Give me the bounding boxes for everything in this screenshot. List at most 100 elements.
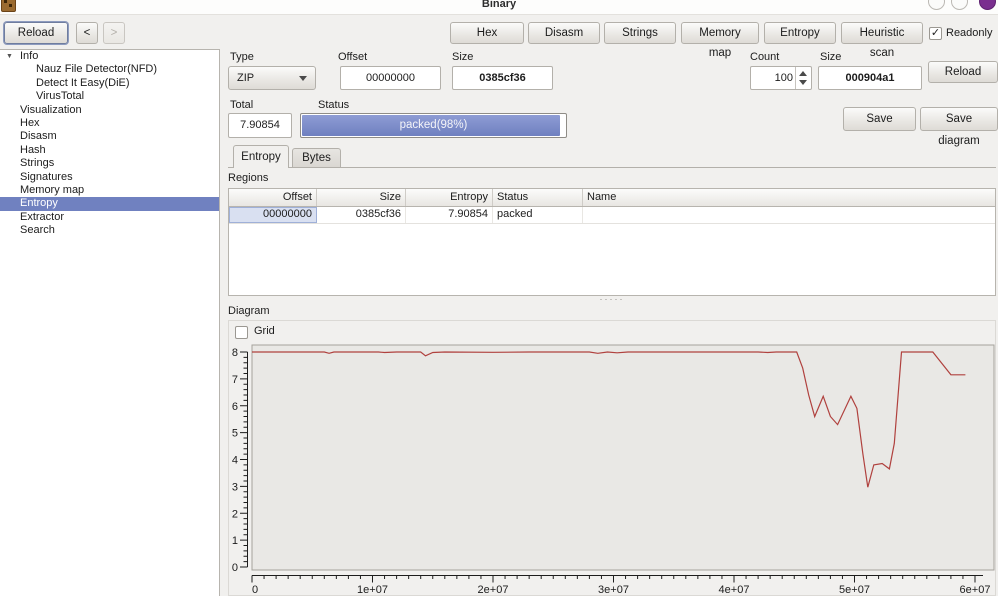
save-diagram-button[interactable]: Save diagram	[920, 107, 998, 147]
spin-up-icon[interactable]	[799, 71, 807, 76]
horizontal-splitter[interactable]: ·····	[228, 295, 996, 304]
status-progressbar: packed(98%)	[300, 113, 567, 138]
grid-label: Grid	[254, 325, 275, 337]
sidebar-item-label: Nauz File Detector(NFD)	[36, 63, 158, 76]
back-button[interactable]: <	[76, 22, 98, 44]
type-select[interactable]: ZIP	[228, 66, 316, 90]
total-label: Total	[230, 99, 254, 111]
sidebar-item-hex[interactable]: Hex	[0, 117, 219, 130]
expand-arrow-icon[interactable]: ▼	[6, 50, 13, 63]
readonly-checkbox[interactable]: ✓	[929, 27, 942, 40]
sidebar-item-info[interactable]: ▼ Info	[0, 50, 219, 63]
sidebar-item-label: Disasm	[20, 130, 57, 143]
save-button[interactable]: Save	[843, 107, 916, 131]
column-header-entropy[interactable]: Entropy	[406, 189, 493, 206]
strings-button[interactable]: Strings	[604, 22, 676, 44]
size-label: Size	[452, 51, 474, 63]
disasm-button[interactable]: Disasm	[528, 22, 600, 44]
hex-button[interactable]: Hex	[450, 22, 524, 44]
status-label: Status	[318, 99, 350, 111]
type-select-value: ZIP	[237, 72, 255, 84]
svg-text:7: 7	[232, 374, 238, 386]
svg-text:1e+07: 1e+07	[357, 584, 388, 596]
offset-label: Offset	[338, 51, 368, 63]
window-title: Binary	[481, 0, 517, 10]
sidebar-item-entropy[interactable]: Entropy	[0, 197, 219, 211]
regions-table: Offset Size Entropy Status Name 00000000 0385…	[228, 188, 996, 296]
sidebar-item-strings[interactable]: Strings	[0, 157, 219, 170]
sidebar-item-search[interactable]: Search	[0, 224, 219, 237]
sidebar-item-disasm[interactable]: Disasm	[0, 130, 219, 143]
grid-checkbox[interactable]	[235, 326, 248, 339]
sidebar-item-label: Memory map	[20, 183, 85, 196]
svg-text:2e+07: 2e+07	[478, 584, 509, 596]
svg-text:8: 8	[232, 347, 238, 359]
svg-text:4e+07: 4e+07	[719, 584, 750, 596]
readonly-label: Readonly	[946, 27, 993, 39]
vertical-splitter[interactable]	[220, 49, 228, 596]
heuristic-scan-button[interactable]: Heuristic scan	[841, 22, 923, 59]
reload-button[interactable]: Reload	[4, 22, 68, 44]
count-stepper[interactable]: 100	[750, 66, 812, 90]
sidebar-item-label: Info	[20, 50, 39, 62]
regions-label: Regions	[228, 172, 269, 184]
svg-text:3: 3	[232, 481, 238, 493]
entropy-chart: 0 1 2 3 4 5 6 7 8 0 1e+07 2e+07 3e+07 4e+07 5e+07 6e+07	[228, 342, 996, 596]
table-row[interactable]: 00000000 0385cf36 7.90854 packed	[229, 207, 995, 224]
sidebar-item-visualization[interactable]: Visualization	[0, 104, 219, 117]
svg-text:6e+07: 6e+07	[960, 584, 991, 596]
detect-it-easy-window: Binary Reload < > Hex Disasm Strings Mem…	[0, 0, 998, 596]
table-cell[interactable]: 7.90854	[406, 207, 493, 223]
svg-text:4: 4	[232, 455, 238, 467]
tab-entropy[interactable]: Entropy	[233, 145, 289, 168]
sidebar-item-label: Hash	[20, 143, 46, 156]
type-label: Type	[230, 51, 254, 63]
regions-table-header[interactable]: Offset Size Entropy Status Name	[229, 189, 995, 207]
entropy-button[interactable]: Entropy	[764, 22, 836, 44]
count-label: Count	[750, 51, 780, 63]
sidebar-item-label: Detect It Easy(DiE)	[36, 76, 130, 89]
entropy-chart-svg: 0 1 2 3 4 5 6 7 8 0 1e+07 2e+07 3e+07 4e+07 5e+07 6e+07	[232, 344, 995, 596]
sidebar-item-nauz-file-detector-nfd[interactable]: Nauz File Detector(NFD)	[0, 63, 219, 76]
table-cell[interactable]: 00000000	[229, 207, 317, 223]
offset-input[interactable]: 00000000	[340, 66, 441, 90]
svg-text:0: 0	[232, 562, 238, 574]
sidebar-item-extractor[interactable]: Extractor	[0, 211, 219, 224]
sidebar-item-label: Entropy	[20, 197, 58, 210]
table-cell[interactable]	[583, 207, 995, 223]
svg-text:3e+07: 3e+07	[598, 584, 629, 596]
column-header-size[interactable]: Size	[317, 189, 406, 206]
progress-text: packed(98%)	[399, 119, 468, 131]
sidebar-item-hash[interactable]: Hash	[0, 144, 219, 157]
table-cell[interactable]: 0385cf36	[317, 207, 406, 223]
sidebar-item-virustotal[interactable]: VirusTotal	[0, 90, 219, 103]
tab-baseline	[228, 167, 996, 168]
svg-text:1: 1	[232, 535, 238, 547]
reload-entropy-button[interactable]: Reload	[928, 61, 998, 83]
svg-text:6: 6	[232, 401, 238, 413]
spin-down-icon[interactable]	[799, 80, 807, 85]
sidebar-item-detect-it-easy-die[interactable]: Detect It Easy(DiE)	[0, 77, 219, 90]
size-input[interactable]: 0385cf36	[452, 66, 553, 90]
sidebar-item-label: Signatures	[20, 170, 73, 183]
tab-bytes[interactable]: Bytes	[292, 148, 341, 168]
sidebar-item-label: VirusTotal	[36, 90, 85, 103]
sidebar-item-signatures[interactable]: Signatures	[0, 171, 219, 184]
sidebar-item-label: Hex	[20, 116, 40, 129]
svg-text:0: 0	[252, 584, 258, 596]
forward-button[interactable]: >	[103, 22, 125, 44]
column-header-name[interactable]: Name	[583, 189, 995, 206]
sidebar-item-label: Search	[20, 224, 55, 237]
size2-label: Size	[820, 51, 842, 63]
table-cell[interactable]: packed	[493, 207, 583, 223]
diagram-label: Diagram	[228, 305, 270, 317]
memory-map-button[interactable]: Memory map	[681, 22, 759, 59]
column-header-offset[interactable]: Offset	[229, 189, 317, 206]
sidebar-item-memory-map[interactable]: Memory map	[0, 184, 219, 197]
column-header-status[interactable]: Status	[493, 189, 583, 206]
size2-input[interactable]: 000904a1	[818, 66, 922, 90]
chevron-down-icon	[299, 76, 307, 81]
total-input[interactable]: 7.90854	[228, 113, 292, 138]
titlebar: Binary	[0, 0, 998, 15]
sidebar-item-label: Extractor	[20, 210, 65, 223]
